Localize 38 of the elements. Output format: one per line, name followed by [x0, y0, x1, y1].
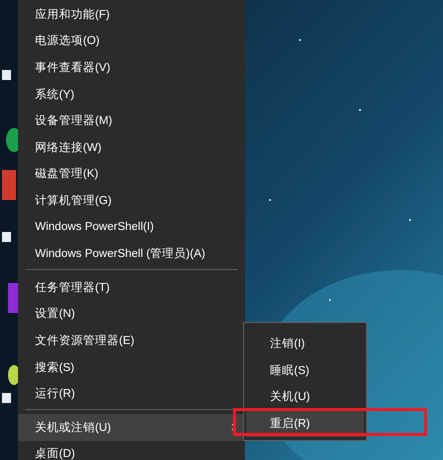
menu-item[interactable]: 系统(Y): [18, 80, 245, 108]
menu-item[interactable]: Windows PowerShell(I): [18, 214, 245, 240]
submenu-item[interactable]: 注销(I): [246, 330, 364, 357]
chevron-icon: [231, 423, 236, 432]
submenu-item[interactable]: 关机(U): [246, 383, 364, 410]
menu-item[interactable]: 任务管理器(T): [18, 274, 245, 301]
menu-item[interactable]: 计算机管理(G): [18, 187, 245, 214]
menu-item[interactable]: 磁盘管理(K): [18, 160, 245, 188]
menu-item-label: Windows PowerShell (管理员)(A): [35, 246, 206, 262]
menu-item[interactable]: 关机或注销(U): [18, 414, 245, 440]
menu-item[interactable]: 设置(N): [18, 300, 245, 328]
menu-item-label: 计算机管理(G): [35, 194, 112, 208]
menu-item-label: 磁盘管理(K): [35, 166, 98, 182]
menu-item-label: 运行(R): [35, 386, 75, 402]
menu-item[interactable]: 事件查看器(V): [18, 54, 245, 81]
menu-item[interactable]: 网络连接(W): [18, 134, 245, 161]
menu-item[interactable]: 电源选项(O): [18, 28, 245, 54]
menu-item[interactable]: Windows PowerShell (管理员)(A): [18, 240, 245, 267]
menu-item-label: 设备管理器(M): [35, 114, 112, 128]
menu-item-label: Windows PowerShell(I): [35, 221, 154, 234]
menu-item-label: 应用和功能(F): [35, 8, 110, 22]
menu-item-label: 任务管理器(T): [35, 280, 110, 295]
menu-item-label: 文件资源管理器(E): [35, 334, 134, 348]
menu-item-label: 电源选项(O): [35, 34, 100, 48]
menu-item[interactable]: 设备管理器(M): [18, 107, 245, 134]
menu-item-label: 系统(Y): [35, 87, 74, 102]
menu-item-label: 搜索(S): [35, 360, 74, 375]
menu-item[interactable]: 应用和功能(F): [18, 1, 245, 28]
menu-item[interactable]: 文件资源管理器(E): [18, 327, 245, 354]
menu-item[interactable]: 桌面(D): [18, 440, 245, 460]
menu-item-label: 网络连接(W): [35, 140, 102, 155]
menu-item-label: 设置(N): [35, 306, 75, 322]
menu-item-label: 桌面(D): [35, 446, 75, 460]
menu-item[interactable]: 搜索(S): [18, 354, 245, 380]
menu-item[interactable]: 运行(R): [18, 380, 245, 407]
menu-item-label: 事件查看器(V): [35, 60, 110, 75]
menu-item-label: 关机或注销(U): [35, 420, 111, 435]
submenu-item[interactable]: 睡眠(S): [246, 356, 364, 384]
